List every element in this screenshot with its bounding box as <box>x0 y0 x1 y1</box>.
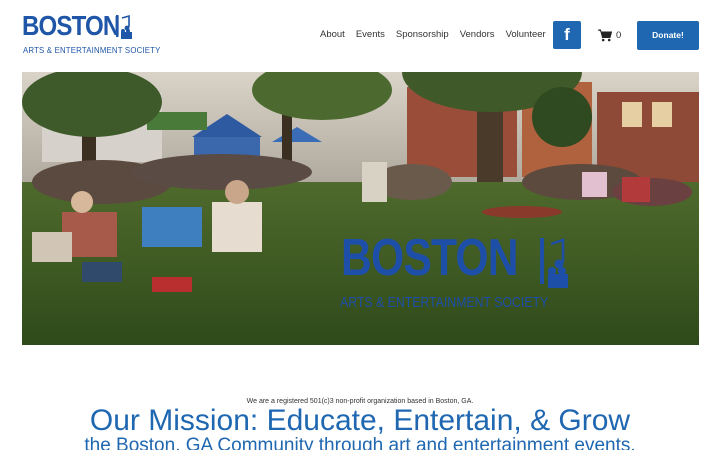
paintbrush-music-camera-icon <box>540 238 568 288</box>
mission-subheading: the Boston, GA Community through art and… <box>84 435 636 450</box>
logo-title: BOSTON <box>22 10 120 41</box>
hero-logo-subtitle: ARTS & ENTERTAINMENT SOCIETY <box>340 294 549 311</box>
nav-vendors[interactable]: Vendors <box>460 29 495 40</box>
donate-button[interactable]: Donate! <box>637 21 699 50</box>
facebook-button[interactable]: f <box>553 21 581 49</box>
site-logo[interactable]: BOSTON ARTS & ENTERTAINMENT SOCIETY <box>22 10 160 58</box>
hero-logo-title: BOSTON <box>341 229 519 287</box>
facebook-icon: f <box>564 25 570 44</box>
main-nav: About Events Sponsorship Vendors Volunte… <box>320 29 546 40</box>
logo-mark-icon <box>116 14 132 39</box>
mission-heading: Our Mission: Educate, Entertain, & Grow <box>89 404 631 437</box>
site-header: BOSTON ARTS & ENTERTAINMENT SOCIETY Abou… <box>0 0 720 70</box>
shopping-cart-icon <box>598 29 612 41</box>
nav-sponsorship[interactable]: Sponsorship <box>396 29 449 40</box>
cart-count: 0 <box>616 29 622 41</box>
nav-about[interactable]: About <box>320 29 345 40</box>
nav-volunteer[interactable]: Volunteer <box>506 29 546 40</box>
nav-events[interactable]: Events <box>356 29 385 40</box>
cart-button[interactable]: 0 <box>598 28 621 42</box>
hero-banner: BOSTON ARTS & ENTERTAINMENT SOCIETY <box>22 72 699 345</box>
logo-subtitle: ARTS & ENTERTAINMENT SOCIETY <box>23 45 161 55</box>
